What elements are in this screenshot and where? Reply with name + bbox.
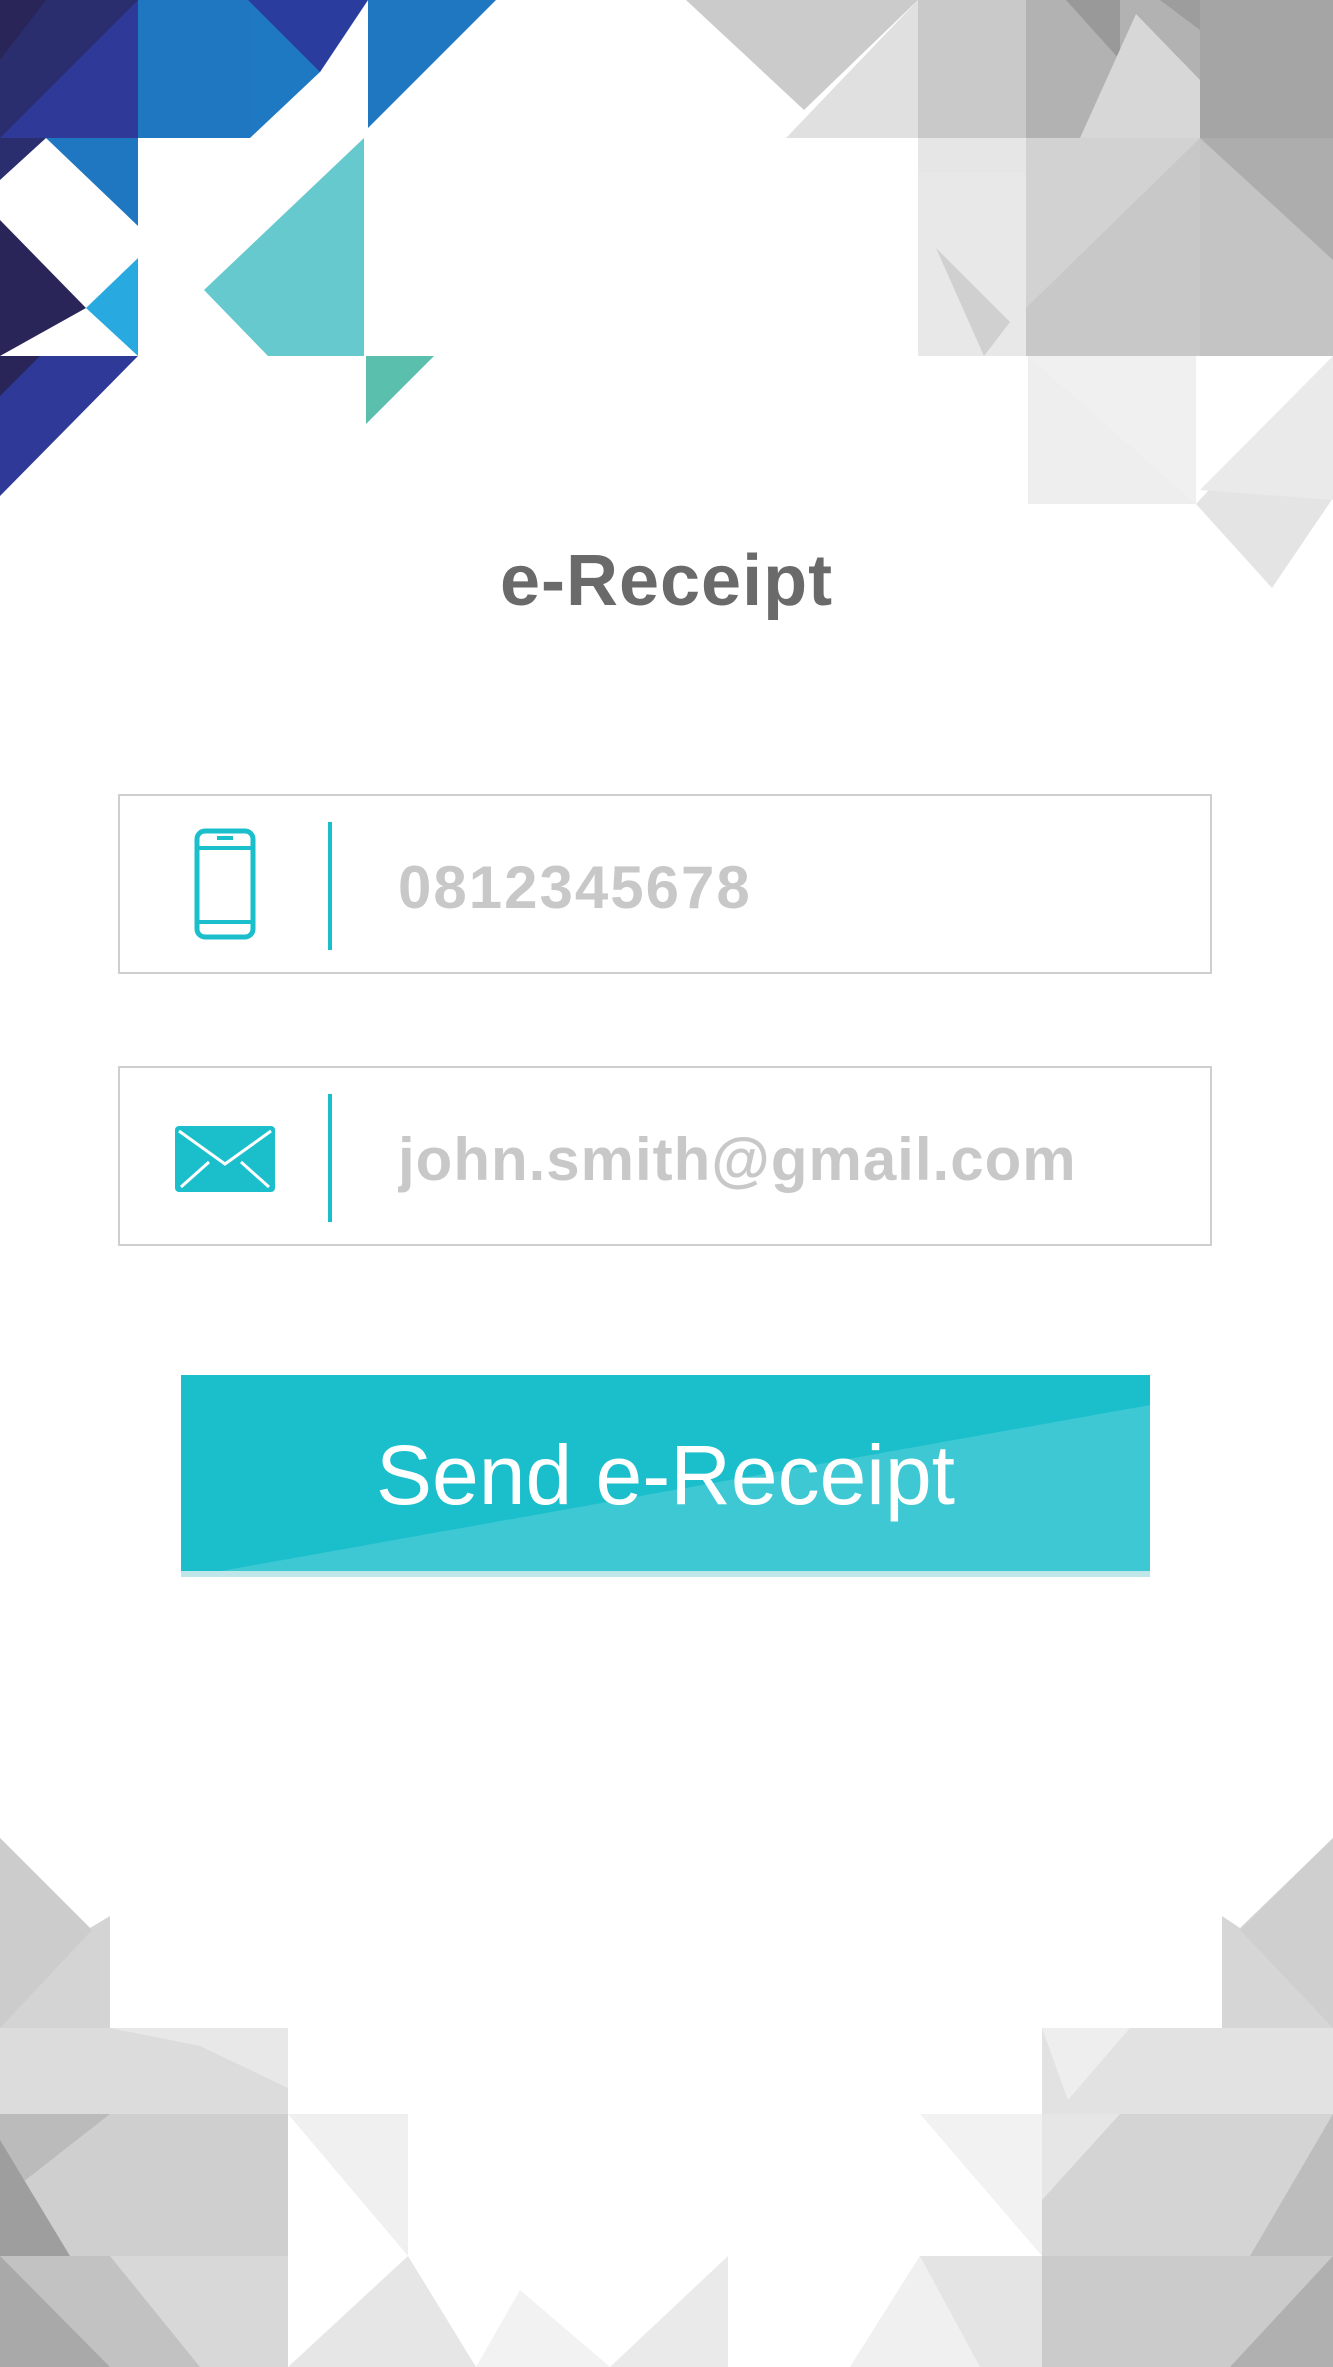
bottom-left-pattern	[0, 1838, 728, 2367]
field-divider	[328, 1094, 332, 1222]
envelope-icon	[175, 1126, 275, 1197]
mobile-phone-icon	[194, 828, 256, 945]
top-right-pattern	[686, 0, 1333, 588]
top-left-pattern	[0, 0, 496, 496]
field-divider	[328, 822, 332, 950]
email-field[interactable]	[118, 1066, 1212, 1246]
phone-field[interactable]	[118, 794, 1212, 974]
phone-input[interactable]	[396, 836, 1180, 938]
send-e-receipt-button[interactable]: Send e-Receipt	[181, 1375, 1150, 1579]
email-input[interactable]	[396, 1108, 1180, 1210]
bottom-right-pattern	[850, 1838, 1333, 2367]
page-title: e-Receipt	[499, 541, 834, 621]
send-button-label: Send e-Receipt	[375, 1428, 956, 1522]
